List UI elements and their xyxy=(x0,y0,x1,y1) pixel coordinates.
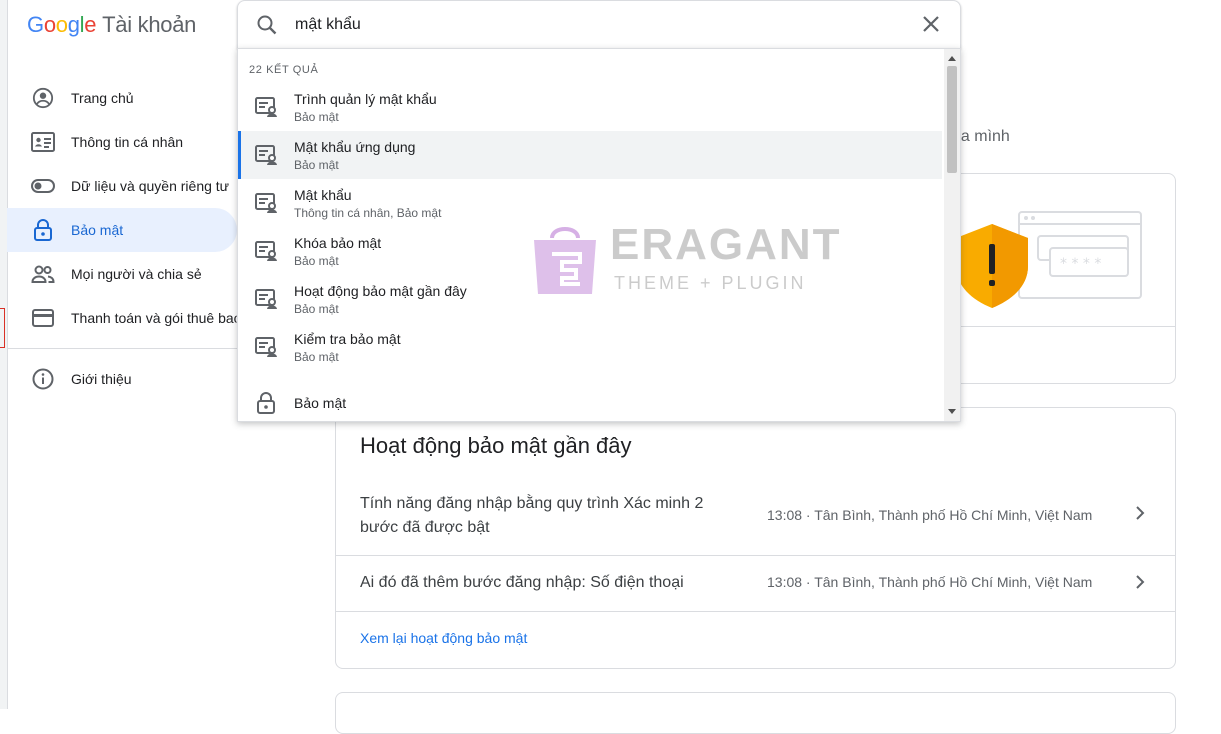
results-count: 22 KẾT QUẢ xyxy=(249,64,319,76)
search-bar[interactable]: mật khẩu xyxy=(237,0,961,49)
search-result-item[interactable]: Mật khẩu Thông tin cá nhân, Bảo mật xyxy=(238,179,942,227)
people-icon xyxy=(31,262,55,286)
lock-icon xyxy=(254,391,278,415)
id-card-icon xyxy=(31,130,55,154)
google-account-logo[interactable]: Google Tài khoản xyxy=(27,12,196,38)
result-title: Kiểm tra bảo mật xyxy=(294,331,401,347)
activity-meta: 13:08 · Tân Bình, Thành phố Hồ Chí Minh,… xyxy=(767,507,1093,523)
chevron-right-icon xyxy=(1130,503,1150,528)
result-subtitle: Bảo mật xyxy=(294,302,339,316)
edge-marker xyxy=(0,308,5,348)
recent-security-activity-card: Hoạt động bảo mật gần đây Tính năng đăng… xyxy=(335,407,1176,669)
result-subtitle: Bảo mật xyxy=(294,350,339,364)
search-icon[interactable] xyxy=(256,14,278,41)
result-title: Trình quản lý mật khẩu xyxy=(294,91,437,107)
search-results-dropdown: 22 KẾT QUẢ Trình quản lý mật khẩu Bảo mật… xyxy=(237,48,961,422)
search-result-item[interactable]: Mật khẩu ứng dụng Bảo mật xyxy=(238,131,942,179)
security-warning-illustration: * * * * xyxy=(954,208,1144,323)
chevron-right-icon xyxy=(1130,572,1150,597)
activity-description: Tính năng đăng nhập bằng quy trình Xác m… xyxy=(360,495,704,536)
settings-result-icon xyxy=(254,191,278,215)
product-name: Tài khoản xyxy=(102,12,197,37)
sidebar-item-about[interactable]: Giới thiệu xyxy=(7,357,237,401)
result-subtitle: Bảo mật xyxy=(294,158,339,172)
search-result-item[interactable]: Trình quản lý mật khẩu Bảo mật xyxy=(238,83,942,131)
result-subtitle: Bảo mật xyxy=(294,254,339,268)
sidebar-item-label: Dữ liệu và quyền riêng tư xyxy=(71,178,230,194)
result-subtitle: Thông tin cá nhân, Bảo mật xyxy=(294,206,442,220)
settings-result-icon xyxy=(254,287,278,311)
sidebar-item-security[interactable]: Bảo mật xyxy=(7,208,237,252)
activity-description: Ai đó đã thêm bước đăng nhập: Số điện th… xyxy=(360,574,684,591)
sidebar-item-home[interactable]: Trang chủ xyxy=(7,76,237,120)
sidebar: Trang chủ Thông tin cá nhân Dữ liệu và q… xyxy=(7,76,237,401)
scroll-down-arrow-icon[interactable] xyxy=(948,409,956,414)
sidebar-divider xyxy=(7,348,237,349)
sidebar-item-label: Thông tin cá nhân xyxy=(71,134,184,150)
sidebar-item-label: Mọi người và chia sẻ xyxy=(71,266,202,282)
sidebar-item-data-privacy[interactable]: Dữ liệu và quyền riêng tư xyxy=(7,164,237,208)
search-result-item[interactable]: Khóa bảo mật Bảo mật xyxy=(238,227,942,275)
settings-result-icon xyxy=(254,143,278,167)
close-icon[interactable] xyxy=(920,13,942,40)
activity-meta: 13:08 · Tân Bình, Thành phố Hồ Chí Minh,… xyxy=(767,574,1093,590)
svg-text:* * * *: * * * * xyxy=(1060,256,1101,272)
settings-result-icon xyxy=(254,239,278,263)
result-title: Mật khẩu xyxy=(294,187,352,203)
activity-row[interactable]: Tính năng đăng nhập bằng quy trình Xác m… xyxy=(336,490,1175,556)
activity-title: Hoạt động bảo mật gần đây xyxy=(360,433,632,458)
result-title: Bảo mật xyxy=(294,395,347,411)
sidebar-item-label: Giới thiệu xyxy=(71,371,132,387)
search-result-item[interactable]: Kiểm tra bảo mật Bảo mật xyxy=(238,323,942,371)
settings-result-icon xyxy=(254,335,278,359)
scroll-up-arrow-icon[interactable] xyxy=(948,56,956,61)
result-subtitle: Bảo mật xyxy=(294,110,339,124)
search-result-item[interactable]: Hoạt động bảo mật gần đây Bảo mật xyxy=(238,275,942,323)
search-result-item[interactable]: Bảo mật xyxy=(238,379,942,421)
sidebar-item-label: Trang chủ xyxy=(71,90,134,106)
activity-row[interactable]: Ai đó đã thêm bước đăng nhập: Số điện th… xyxy=(336,556,1175,612)
sidebar-item-people-sharing[interactable]: Mọi người và chia sẻ xyxy=(7,252,237,296)
settings-result-icon xyxy=(254,95,278,119)
sidebar-item-payments[interactable]: Thanh toán và gói thuê bao xyxy=(7,296,237,340)
scrollbar-thumb[interactable] xyxy=(947,66,957,173)
result-title: Hoạt động bảo mật gần đây xyxy=(294,283,467,299)
review-security-activity-link[interactable]: Xem lại hoạt động bảo mật xyxy=(360,630,527,646)
lock-icon xyxy=(31,218,55,242)
scrollbar[interactable] xyxy=(944,49,960,421)
info-icon xyxy=(31,367,55,391)
sidebar-item-label: Thanh toán và gói thuê bao xyxy=(71,310,237,326)
row-divider xyxy=(336,611,1175,612)
result-title: Khóa bảo mật xyxy=(294,235,382,251)
toggle-icon xyxy=(31,174,55,198)
account-circle-icon xyxy=(31,86,55,110)
search-input[interactable]: mật khẩu xyxy=(295,16,361,34)
result-title: Mật khẩu ứng dụng xyxy=(294,139,416,155)
next-card xyxy=(335,692,1176,734)
sidebar-item-label: Bảo mật xyxy=(71,222,124,238)
credit-card-icon xyxy=(31,306,55,330)
sidebar-item-personal-info[interactable]: Thông tin cá nhân xyxy=(7,120,237,164)
